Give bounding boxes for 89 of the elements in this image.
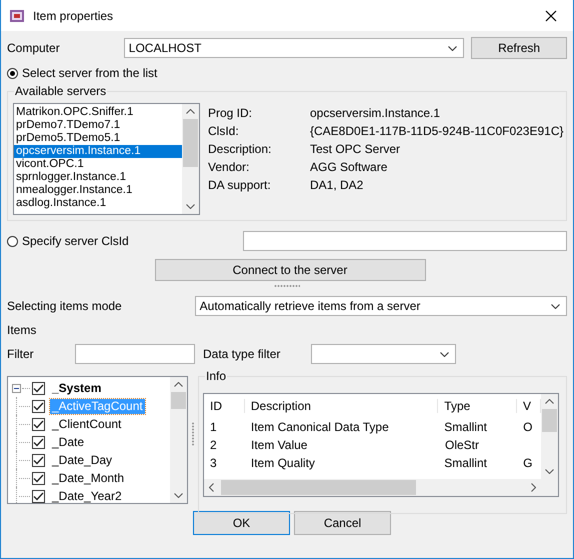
server-item[interactable]: nmealogger.Instance.1	[14, 184, 182, 197]
scroll-down-icon[interactable]	[545, 469, 554, 474]
scrollbar[interactable]	[170, 377, 188, 503]
checkbox[interactable]	[32, 400, 45, 412]
info-value: opcserversim.Instance.1	[310, 106, 442, 121]
scroll-up-icon[interactable]	[545, 399, 554, 404]
column-header[interactable]: Description	[244, 399, 438, 413]
info-label: Vendor:	[208, 160, 250, 175]
server-item[interactable]: prDemo5.TDemo5.1	[14, 132, 182, 145]
checkbox[interactable]	[32, 490, 45, 502]
splitter-handle[interactable]	[192, 422, 194, 446]
table-cell-text: 1	[209, 420, 218, 434]
table-cell-text: O	[522, 420, 534, 434]
refresh-button[interactable]: Refresh	[471, 37, 567, 59]
clsid-field[interactable]	[242, 231, 567, 251]
radio-label: Specify server ClsId	[22, 234, 130, 248]
mode-label: Selecting items mode	[7, 299, 123, 313]
info-label: Description:	[208, 142, 272, 157]
filter-label: Filter	[7, 347, 35, 361]
column-header[interactable]: Type	[438, 399, 518, 413]
collapse-icon[interactable]	[12, 384, 21, 392]
mode-dropdown[interactable]: Automatically retrieve items from a server	[194, 296, 567, 316]
chevron-icon	[551, 304, 560, 308]
table-cell-text: Item Quality	[250, 456, 316, 470]
radio-button[interactable]	[7, 236, 18, 246]
column-header[interactable]: ID	[204, 399, 245, 413]
table-cell-text: 3	[209, 456, 218, 470]
scroll-right-icon[interactable]	[531, 483, 536, 492]
table-cell-text: Smallint	[443, 456, 488, 470]
info-label: Prog ID:	[208, 106, 254, 121]
server-item[interactable]: sprnlogger.Instance.1	[14, 171, 182, 184]
dialog-button[interactable]: OK	[193, 511, 290, 535]
chevron-icon	[440, 352, 449, 356]
chevron-icon	[448, 46, 458, 50]
app-icon	[9, 8, 25, 24]
computer-dropdown[interactable]: LOCALHOST	[124, 38, 464, 58]
checkbox[interactable]	[32, 418, 45, 430]
tree-item[interactable]: _Date_Month	[50, 470, 126, 486]
checkbox[interactable]	[32, 382, 45, 394]
checkbox[interactable]	[32, 436, 45, 448]
close-icon[interactable]	[545, 10, 557, 22]
server-item[interactable]: Matrikon.OPC.Sniffer.1	[14, 106, 182, 119]
tree-item[interactable]: _System	[50, 380, 104, 396]
scrollbar[interactable]	[541, 394, 558, 479]
checkbox[interactable]	[32, 472, 45, 484]
info-label: DA support:	[208, 178, 272, 193]
splitter-handle[interactable]	[274, 285, 300, 287]
tree-item[interactable]: _Date	[50, 434, 86, 450]
server-item[interactable]: asdlog.Instance.1	[14, 197, 182, 210]
server-item[interactable]: opcserversim.Instance.1	[14, 145, 182, 158]
server-item[interactable]: prDemo7.TDemo7.1	[14, 119, 182, 132]
server-item[interactable]: vicont.OPC.1	[14, 158, 182, 171]
table-cell-text: Smallint	[443, 420, 488, 434]
table-cell-text: Item Canonical Data Type	[250, 420, 390, 434]
info-value: Test OPC Server	[310, 142, 402, 157]
scroll-thumb[interactable]	[171, 392, 186, 409]
table-cell-text: OleStr	[444, 438, 480, 452]
scroll-down-icon[interactable]	[186, 204, 195, 209]
table-cell-text: G	[522, 456, 534, 470]
scroll-thumb[interactable]	[542, 409, 557, 432]
group-title: Available servers	[14, 84, 108, 98]
scroll-thumb[interactable]	[221, 480, 416, 495]
tree-item[interactable]: _Date_Day	[50, 452, 114, 468]
filter-field[interactable]	[75, 344, 195, 364]
checkbox[interactable]	[32, 454, 45, 466]
data-type-filter-label: Data type filter	[203, 347, 282, 361]
info-value: AGG Software	[310, 160, 388, 175]
connect-button[interactable]: Connect to the server	[154, 259, 426, 281]
info-label: ClsId:	[208, 124, 240, 139]
window-title: Item properties	[33, 8, 114, 22]
scrollbar[interactable]	[204, 479, 558, 496]
table-cell-text: 2	[209, 438, 218, 452]
scroll-down-icon[interactable]	[174, 493, 184, 498]
table-cell-text: Item Value	[250, 438, 308, 452]
radio-label: Select server from the list	[22, 66, 158, 80]
scroll-left-icon[interactable]	[209, 483, 214, 492]
scrollbar[interactable]	[182, 104, 199, 214]
info-value: {CAE8D0E1-117B-11D5-924B-11C0F023E91C}	[310, 124, 564, 139]
tree-item[interactable]: _Date_Year2	[50, 488, 124, 503]
computer-label: Computer	[7, 41, 61, 55]
scroll-up-icon[interactable]	[186, 109, 195, 114]
dialog-button[interactable]: Cancel	[294, 511, 391, 535]
group-title: Info	[205, 369, 228, 383]
info-value: DA1, DA2	[310, 178, 364, 193]
scroll-up-icon[interactable]	[174, 382, 184, 387]
items-label: Items	[7, 323, 36, 337]
scroll-thumb[interactable]	[183, 119, 198, 167]
tree-item[interactable]: _ClientCount	[50, 416, 124, 432]
radio-button[interactable]	[7, 68, 18, 78]
